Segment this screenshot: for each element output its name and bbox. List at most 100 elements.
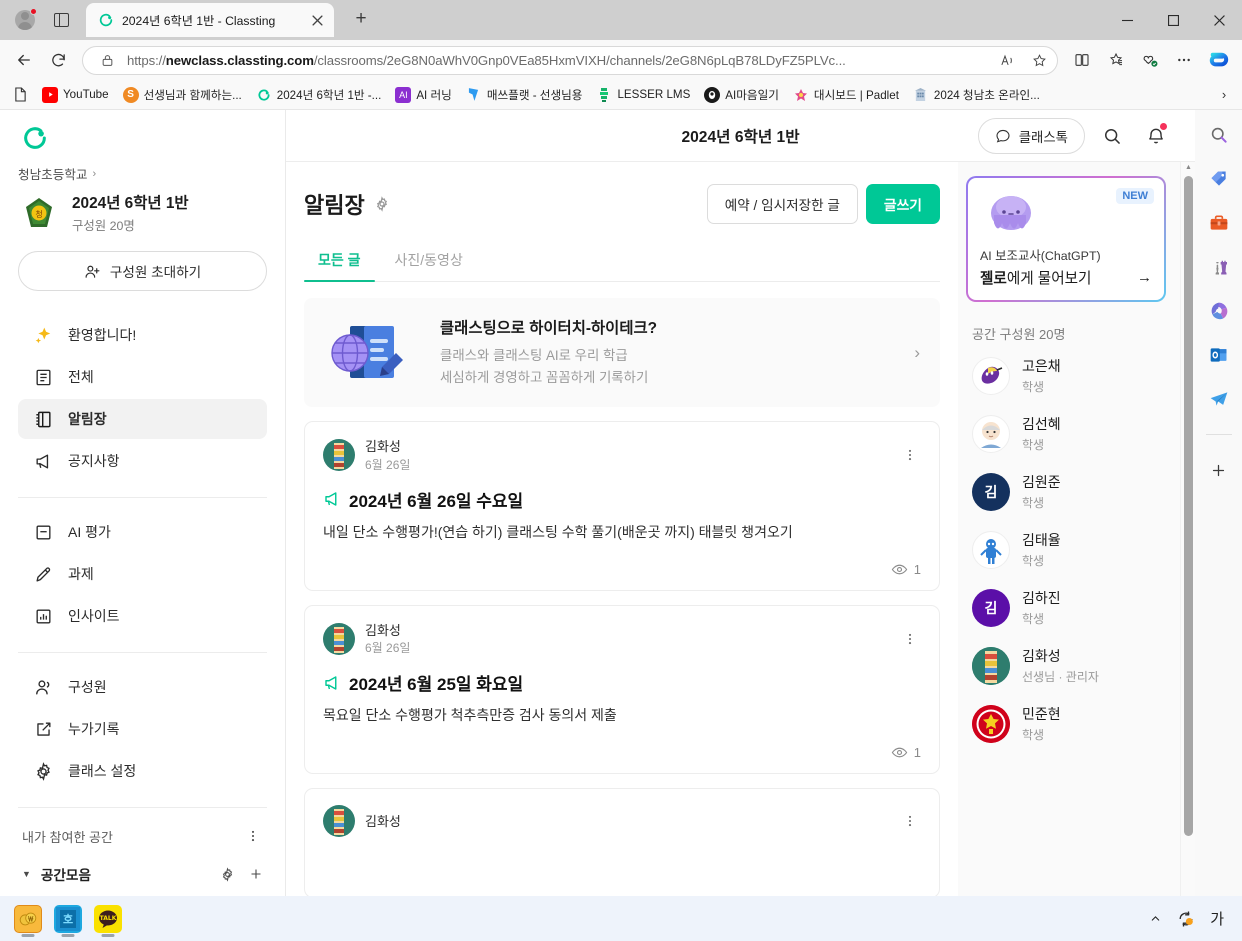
- sidebar-item-notice-board[interactable]: 알림장: [18, 399, 267, 439]
- bookmark-item-school-online[interactable]: 2024 청남초 온라인...: [907, 84, 1046, 106]
- bookmark-item-ai-diary[interactable]: AI마음일기: [698, 84, 785, 106]
- bookmark-item-youtube[interactable]: YouTube: [36, 84, 115, 106]
- tools-icon[interactable]: [1204, 208, 1234, 238]
- new-tab-button[interactable]: +: [346, 4, 376, 34]
- arrow-right-icon[interactable]: →: [1137, 269, 1152, 286]
- bookmark-item-teacher[interactable]: S 선생님과 함께하는...: [117, 84, 248, 106]
- group-settings-icon[interactable]: [220, 866, 235, 882]
- post-view-count: 1: [913, 745, 921, 761]
- add-space-icon[interactable]: [249, 867, 263, 881]
- minimize-button[interactable]: [1104, 0, 1150, 40]
- class-member-count: 구성원 20명: [72, 219, 135, 234]
- bookmark-item-ai-learning[interactable]: AI AI 러닝: [389, 84, 458, 106]
- space-group-header[interactable]: ▼ 공간모음: [18, 856, 267, 892]
- scrollbar-thumb[interactable]: [1184, 176, 1193, 836]
- sidebar-item-members[interactable]: 구성원: [18, 667, 267, 707]
- draft-button[interactable]: 예약 / 임시저장한 글: [706, 184, 858, 224]
- bookmark-item-lesser-lms[interactable]: LESSER LMS: [590, 84, 696, 106]
- copilot-icon[interactable]: [1202, 44, 1234, 76]
- more-options-icon[interactable]: [243, 826, 263, 846]
- shopping-tag-icon[interactable]: [1204, 164, 1234, 194]
- taskbar-app-kakaotalk[interactable]: TALK: [88, 899, 128, 939]
- member-role: 학생: [1022, 611, 1045, 626]
- show-hidden-icons-chevron[interactable]: [1149, 912, 1162, 925]
- taskbar-app-kakaopay[interactable]: ￦: [8, 899, 48, 939]
- classtalk-button[interactable]: 클래스톡: [977, 117, 1085, 154]
- list-item[interactable]: 김 김하진 학생: [966, 589, 1166, 627]
- reload-icon[interactable]: [42, 44, 74, 76]
- browser-tab[interactable]: 2024년 6학년 1반 - Classting: [86, 3, 334, 37]
- bookmark-label: 선생님과 함께하는...: [143, 88, 242, 102]
- tab-photos-videos[interactable]: 사진/동영상: [381, 238, 477, 281]
- chevron-right-icon[interactable]: ›: [914, 343, 920, 363]
- maximize-button[interactable]: [1150, 0, 1196, 40]
- add-icon[interactable]: [1204, 455, 1234, 485]
- caret-down-icon[interactable]: ▼: [22, 869, 31, 879]
- close-icon[interactable]: [306, 9, 328, 31]
- breadcrumb-school[interactable]: 청남초등학교 ›: [18, 164, 267, 183]
- list-item[interactable]: 민준현 학생: [966, 705, 1166, 743]
- bookmark-item-padlet[interactable]: 대시보드 | Padlet: [787, 84, 905, 106]
- scroll-up-arrow-icon[interactable]: ▲: [1185, 164, 1192, 171]
- ime-indicator[interactable]: 가: [1210, 908, 1224, 929]
- page-scrollbar[interactable]: ▲: [1180, 162, 1195, 896]
- sidebar-item-cumulative-record[interactable]: 누가기록: [18, 709, 267, 749]
- tab-actions-button[interactable]: [46, 5, 76, 35]
- classting-logo[interactable]: [21, 124, 267, 152]
- microsoft365-icon[interactable]: [1204, 296, 1234, 326]
- board-settings-icon[interactable]: [374, 196, 390, 212]
- sidebar-item-announcements[interactable]: 공지사항: [18, 441, 267, 481]
- list-item[interactable]: 고은채 학생: [966, 357, 1166, 395]
- read-aloud-icon[interactable]: [995, 48, 1019, 72]
- telegram-icon[interactable]: [1204, 384, 1234, 414]
- notifications-icon[interactable]: [1139, 119, 1173, 153]
- sidebar-item-assignment[interactable]: 과제: [18, 554, 267, 594]
- ai-assistant-card[interactable]: NEW AI 보조교사(ChatGPT) 젤로에게 물어보기 →: [966, 176, 1166, 302]
- sidebar-item-welcome[interactable]: 환영합니다!: [18, 315, 267, 355]
- post-card[interactable]: 김화성: [304, 788, 940, 896]
- profile-button[interactable]: [10, 5, 40, 35]
- outlook-icon[interactable]: [1204, 340, 1234, 370]
- collections-icon[interactable]: [1100, 44, 1132, 76]
- post-card[interactable]: 김화성 6월 26일 20: [304, 604, 940, 775]
- post-more-options-icon[interactable]: [899, 444, 921, 466]
- bookmarks-overflow-icon[interactable]: ›: [1212, 83, 1236, 107]
- sidebar-item-label: 클래스 설정: [68, 763, 137, 779]
- new-badge: NEW: [1116, 188, 1154, 204]
- address-bar[interactable]: https://newclass.classting.com/classroom…: [82, 45, 1058, 75]
- bookmark-item-mathflat[interactable]: 매쓰플랫 - 선생님용: [460, 84, 589, 106]
- school-name: 청남초등학교: [18, 168, 88, 182]
- search-icon[interactable]: [1204, 120, 1234, 150]
- sidebar-item-class-settings[interactable]: 클래스 설정: [18, 751, 267, 791]
- post-more-options-icon[interactable]: [899, 628, 921, 650]
- sidebar-item-insight[interactable]: 인사이트: [18, 596, 267, 636]
- settings-more-icon[interactable]: [1168, 44, 1200, 76]
- tab-all-posts[interactable]: 모든 글: [304, 238, 375, 282]
- sidebar-item-all[interactable]: 전체: [18, 357, 267, 397]
- bookmark-item-classting[interactable]: 2024년 6학년 1반 -...: [250, 84, 388, 106]
- invite-member-button[interactable]: 구성원 초대하기: [18, 251, 267, 291]
- taskbar-app-hancom[interactable]: 호: [48, 899, 88, 939]
- sync-icon[interactable]: [1176, 909, 1196, 929]
- list-item[interactable]: 김선혜 학생: [966, 415, 1166, 453]
- assessment-icon: [32, 523, 54, 542]
- list-item[interactable]: 김태율 학생: [966, 531, 1166, 569]
- search-icon[interactable]: [1095, 119, 1129, 153]
- games-icon[interactable]: [1204, 252, 1234, 282]
- favorite-star-icon[interactable]: [1027, 48, 1051, 72]
- sidebar-item-ai-assessment[interactable]: AI 평가: [18, 512, 267, 552]
- split-screen-icon[interactable]: [1066, 44, 1098, 76]
- post-more-options-icon[interactable]: [899, 810, 921, 832]
- write-post-button[interactable]: 글쓰기: [865, 184, 940, 224]
- bookmark-item[interactable]: [6, 84, 34, 106]
- browser-essentials-icon[interactable]: [1134, 44, 1166, 76]
- class-summary[interactable]: 청 2024년 6학년 1반 구성원 20명: [18, 193, 267, 235]
- list-item[interactable]: 김화성 선생님 · 관리자: [966, 647, 1166, 685]
- post-card[interactable]: 김화성 6월 26일 20: [304, 421, 940, 591]
- promo-banner[interactable]: 클래스팅으로 하이터치-하이테크? 클래스와 클래스팅 AI로 우리 학급 세심…: [304, 298, 940, 408]
- svg-text:TALK: TALK: [100, 915, 117, 922]
- sidebar-item-label: 공지사항: [68, 453, 120, 469]
- close-window-button[interactable]: [1196, 0, 1242, 40]
- back-icon[interactable]: [8, 44, 40, 76]
- list-item[interactable]: 김 김원준 학생: [966, 473, 1166, 511]
